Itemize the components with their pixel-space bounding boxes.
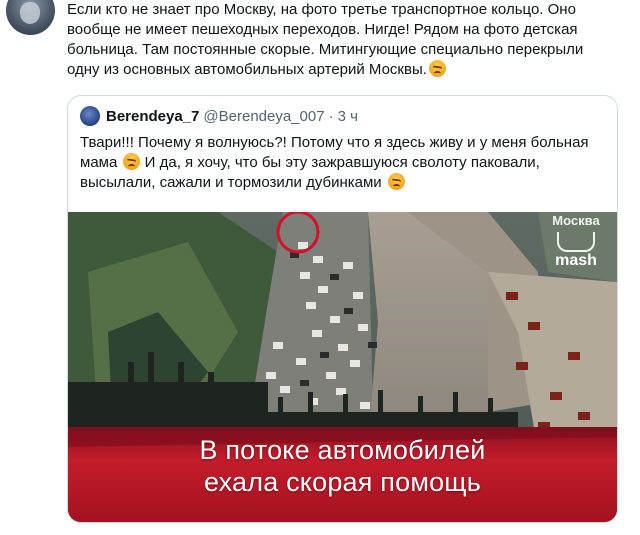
mash-logo-mark-icon bbox=[557, 232, 595, 252]
angry-face-emoji-icon bbox=[428, 60, 446, 77]
quoted-tweet-card[interactable]: Berendeya_7 @Berendeya_007 · 3 ч Твари!!… bbox=[67, 95, 618, 523]
video-caption-line2: ехала скорая помощь bbox=[204, 467, 481, 497]
angry-face-emoji-icon bbox=[387, 173, 405, 190]
angry-face-emoji-icon bbox=[123, 153, 141, 170]
quoted-text-part2: И да, я хочу, что бы эту зажравшуюся сво… bbox=[80, 154, 540, 191]
mash-logo-text: mash bbox=[555, 252, 597, 269]
author-avatar[interactable] bbox=[6, 0, 55, 35]
mash-logo-city: Москва bbox=[552, 213, 600, 228]
quoted-tweet-text: Твари!!! Почему я волнуюсь?! Потому что … bbox=[80, 133, 605, 193]
quoted-tweet-time[interactable]: 3 ч bbox=[338, 108, 358, 125]
tweet-text: Если кто не знает про Москву, на фото тр… bbox=[67, 0, 615, 80]
quoted-tweet-header: Berendeya_7 @Berendeya_007 · 3 ч bbox=[80, 106, 358, 126]
quoted-author-avatar[interactable] bbox=[80, 106, 100, 126]
quoted-tweet-media[interactable]: Москва mash В потоке автомобилей ехала с… bbox=[68, 212, 617, 522]
quoted-author-handle[interactable]: @Berendeya_007 bbox=[203, 108, 324, 125]
video-caption-line1: В потоке автомобилей bbox=[199, 435, 486, 465]
tweet-text-body: Если кто не знает про Москву, на фото тр… bbox=[67, 1, 584, 78]
header-separator: · bbox=[328, 107, 334, 125]
mash-logo: Москва mash bbox=[538, 214, 614, 272]
quoted-author-name[interactable]: Berendeya_7 bbox=[106, 108, 199, 125]
avatar-face-icon bbox=[20, 2, 40, 24]
